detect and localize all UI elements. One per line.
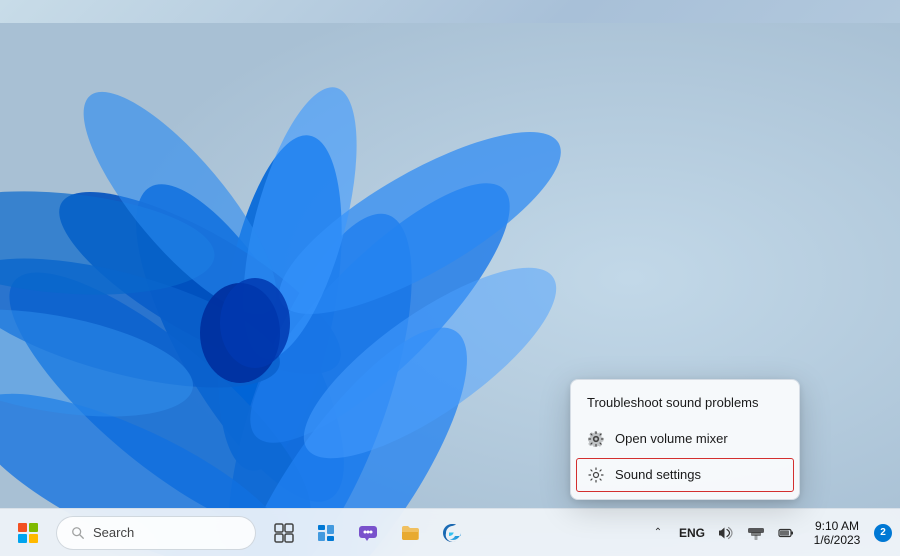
- battery-button[interactable]: [772, 513, 800, 553]
- file-explorer-icon: [399, 522, 421, 544]
- time-display: 9:10 AM: [815, 519, 859, 533]
- taskbar-center-icons: [264, 513, 472, 553]
- taskbar-right: ⌃ ENG: [644, 513, 900, 553]
- taskbar-left: Search: [0, 513, 256, 553]
- notification-button[interactable]: 2: [874, 524, 892, 542]
- chat-icon: [357, 522, 379, 544]
- win-logo-red: [18, 523, 27, 532]
- start-button[interactable]: [8, 513, 48, 553]
- language-text: ENG: [679, 526, 705, 540]
- widgets-icon: [316, 523, 336, 543]
- edge-icon: [441, 522, 463, 544]
- windows-logo: [18, 523, 38, 543]
- tray-expand-button[interactable]: ⌃: [644, 513, 672, 553]
- desktop: Troubleshoot sound problems Open volume …: [0, 0, 900, 556]
- network-icon: [748, 525, 764, 541]
- search-icon: [71, 526, 85, 540]
- gear-icon-volume: [587, 430, 605, 448]
- win-logo-blue: [18, 534, 27, 543]
- taskview-icon: [274, 523, 294, 543]
- taskbar: Search: [0, 508, 900, 556]
- date-display: 1/6/2023: [814, 533, 861, 547]
- search-bar[interactable]: Search: [56, 516, 256, 550]
- notification-count: 2: [880, 527, 886, 538]
- widgets-button[interactable]: [306, 513, 346, 553]
- menu-item-troubleshoot[interactable]: Troubleshoot sound problems: [571, 386, 799, 421]
- volume-icon: [718, 525, 734, 541]
- context-menu: Troubleshoot sound problems Open volume …: [570, 379, 800, 500]
- language-indicator[interactable]: ENG: [674, 513, 710, 553]
- menu-item-volume-mixer[interactable]: Open volume mixer: [571, 421, 799, 457]
- clock-area[interactable]: 9:10 AM 1/6/2023: [802, 513, 872, 553]
- chat-button[interactable]: [348, 513, 388, 553]
- gear-icon-sound: [587, 466, 605, 484]
- network-button[interactable]: [742, 513, 770, 553]
- menu-item-sound-settings[interactable]: Sound settings: [575, 457, 795, 493]
- file-explorer-button[interactable]: [390, 513, 430, 553]
- search-label: Search: [93, 525, 134, 540]
- battery-icon: [778, 525, 794, 541]
- win-logo-green: [29, 523, 38, 532]
- volume-button[interactable]: [712, 513, 740, 553]
- taskview-button[interactable]: [264, 513, 304, 553]
- system-tray: ⌃ ENG: [644, 513, 800, 553]
- edge-button[interactable]: [432, 513, 472, 553]
- win-logo-yellow: [29, 534, 38, 543]
- chevron-up-icon: ⌃: [654, 527, 662, 538]
